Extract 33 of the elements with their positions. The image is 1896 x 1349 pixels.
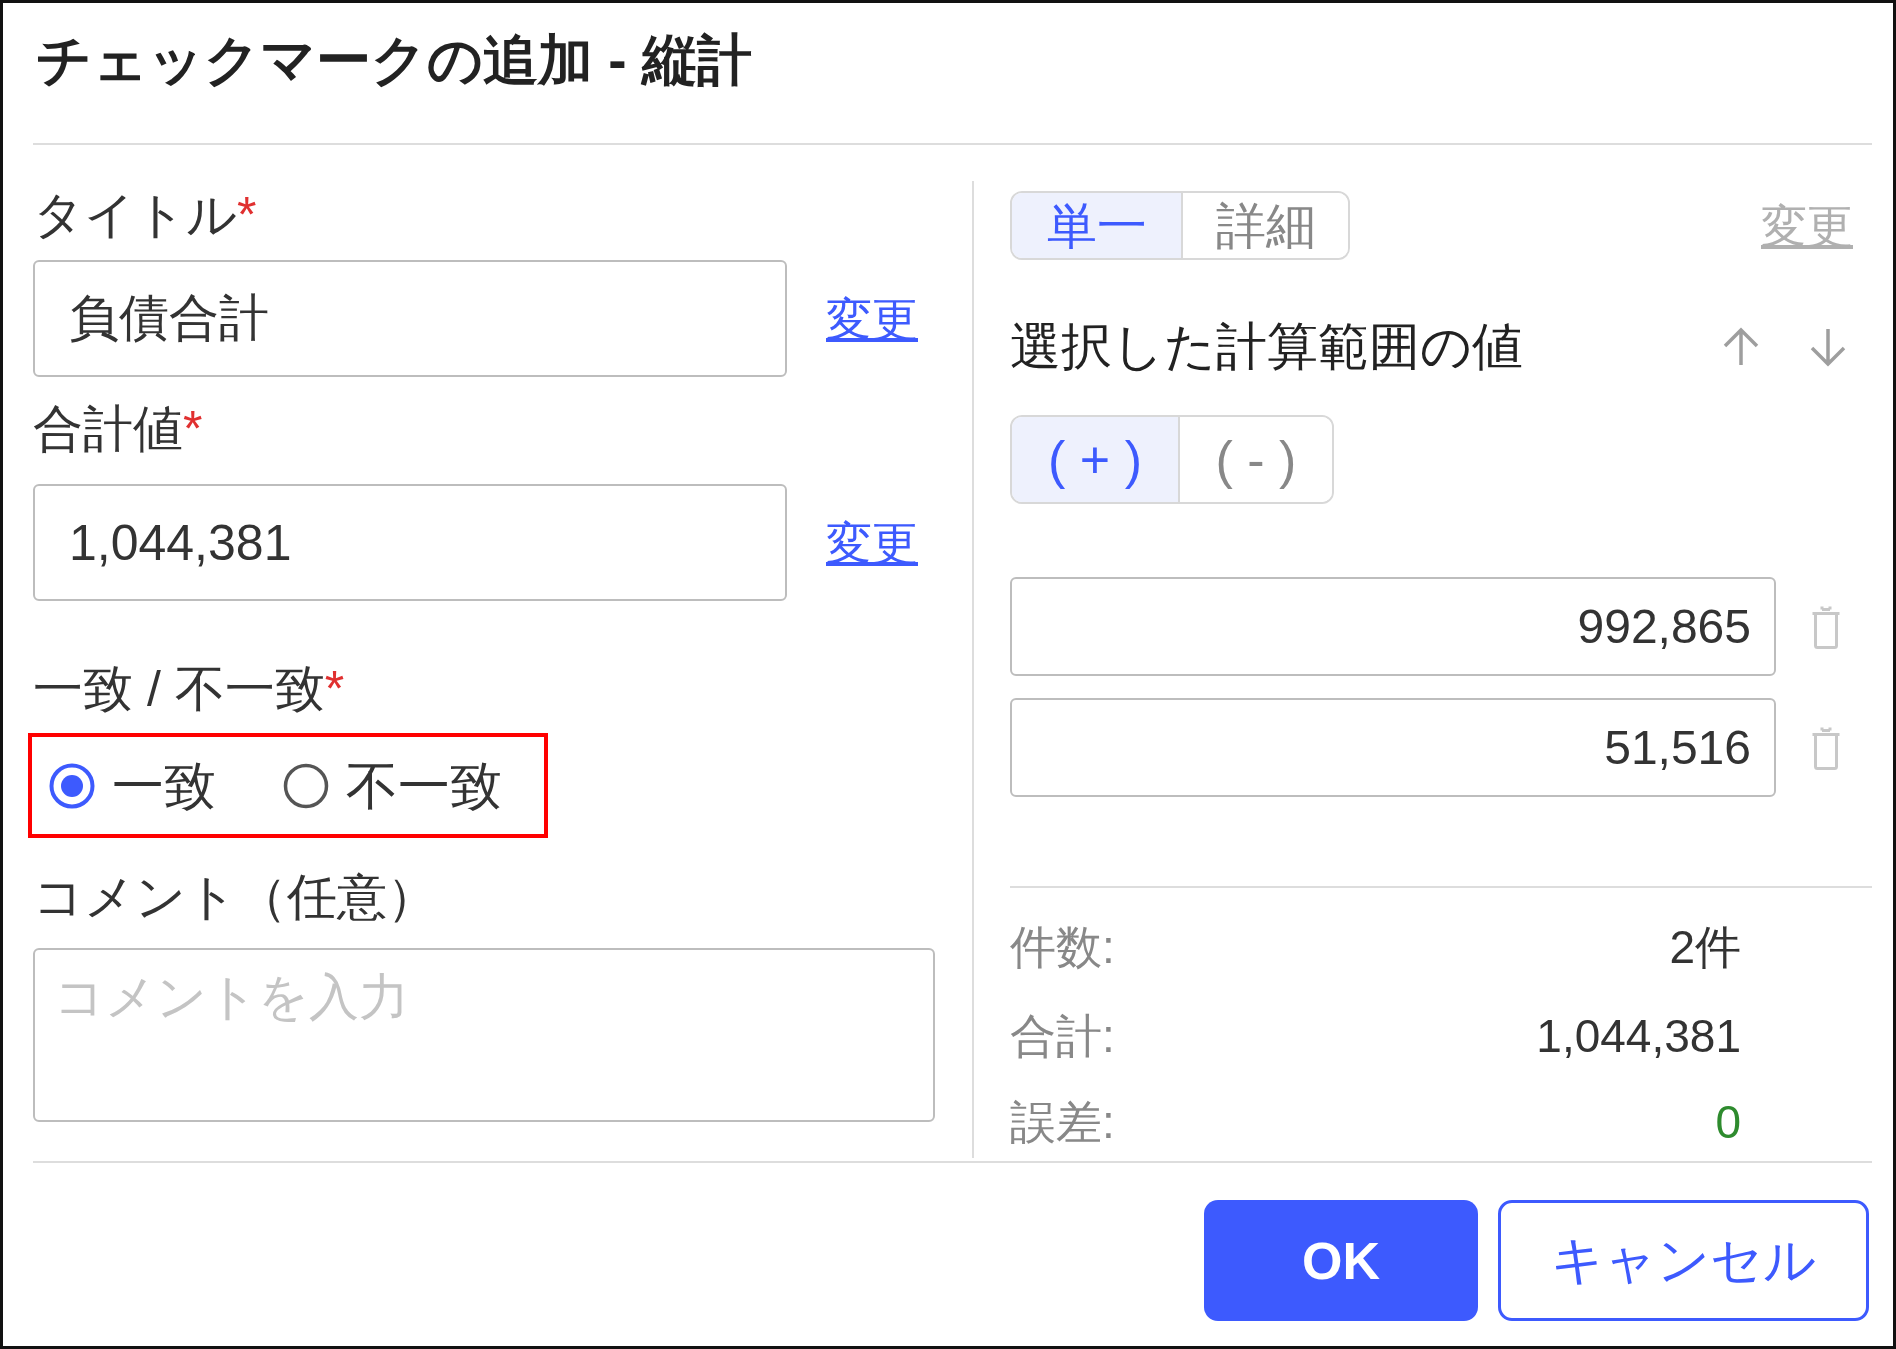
summary-value: 0: [1715, 1095, 1741, 1150]
total-input[interactable]: 1,044,381: [33, 484, 787, 601]
value-input[interactable]: 51,516: [1010, 698, 1776, 797]
field-label: 合計値*: [33, 401, 203, 457]
mode-tab[interactable]: 単一: [1012, 193, 1181, 258]
comment-field[interactable]: コメントを入力: [33, 948, 935, 1122]
summary-label: 件数:: [1010, 920, 1115, 975]
radio-unchecked-icon[interactable]: [283, 762, 329, 809]
radio-checked-icon[interactable]: [49, 762, 95, 809]
title-input[interactable]: 負債合計: [33, 260, 787, 377]
trash-icon[interactable]: [1811, 725, 1841, 770]
radio-option[interactable]: 一致: [49, 755, 216, 816]
mode-tab[interactable]: 詳細: [1181, 193, 1348, 258]
down-arrow-icon[interactable]: [1809, 327, 1847, 367]
summary-label: 誤差:: [1010, 1095, 1115, 1150]
summary-label: 合計:: [1010, 1009, 1115, 1064]
change-link[interactable]: 変更: [826, 290, 918, 347]
dialog-title: チェックマークの追加 - 縦計: [36, 30, 752, 90]
change-link[interactable]: 変更: [826, 514, 918, 571]
summary-value: 2件: [1669, 920, 1741, 975]
sign-tab[interactable]: ( + ): [1012, 417, 1178, 502]
summary-value: 1,044,381: [1536, 1009, 1741, 1064]
field-label: タイトル*: [33, 187, 257, 243]
ok-button[interactable]: OK: [1204, 1200, 1478, 1321]
up-arrow-icon[interactable]: [1722, 327, 1760, 367]
sign-tab[interactable]: ( - ): [1178, 417, 1332, 502]
section-heading: 選択した計算範囲の値: [1010, 319, 1523, 375]
cancel-button[interactable]: キャンセル: [1498, 1200, 1869, 1321]
field-label: 一致 / 不一致*: [33, 661, 345, 717]
field-label: コメント（任意）: [33, 869, 437, 925]
radio-option[interactable]: 不一致: [283, 755, 502, 816]
trash-icon[interactable]: [1811, 604, 1841, 649]
value-input[interactable]: 992,865: [1010, 577, 1776, 676]
